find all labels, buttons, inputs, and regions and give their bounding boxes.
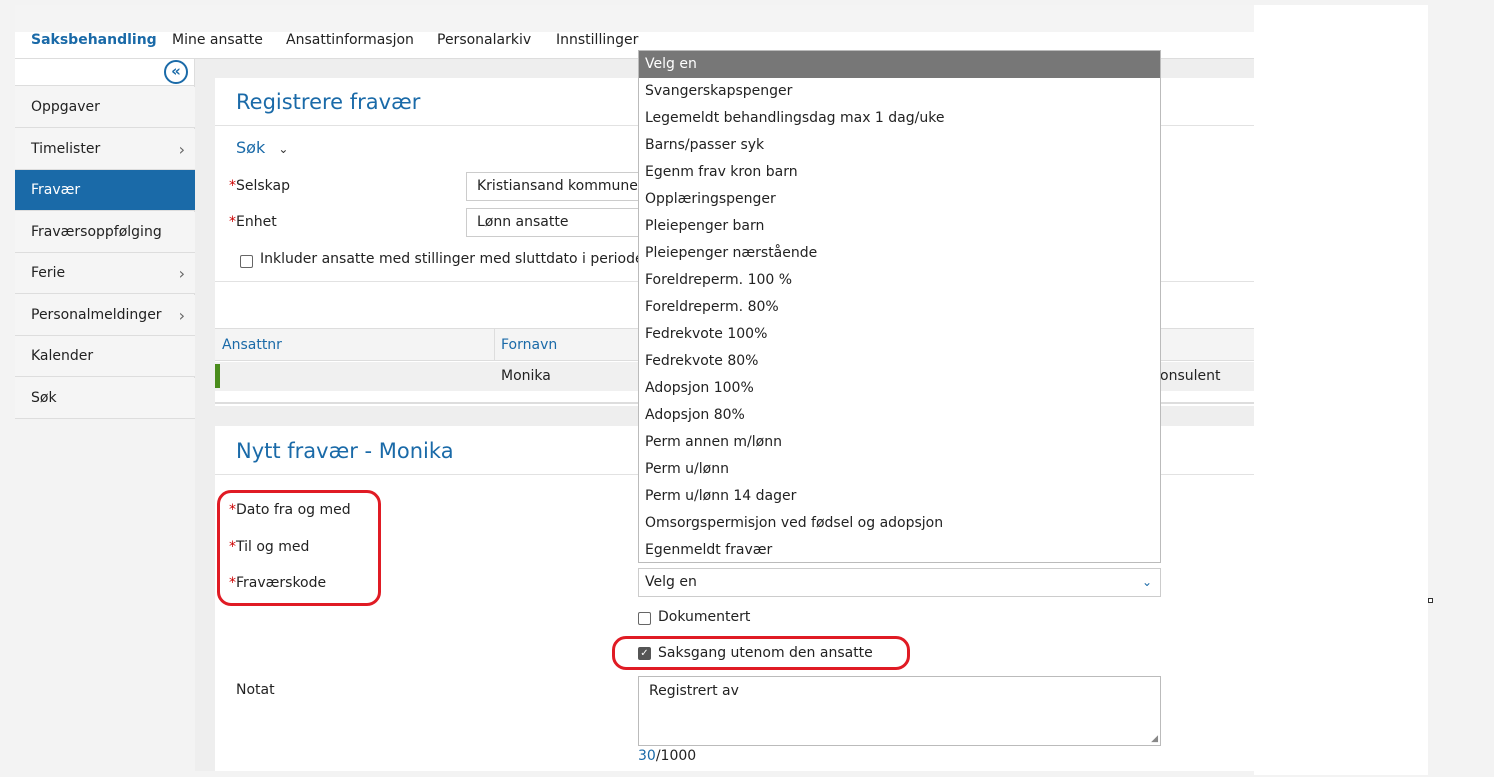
- dropdown-option[interactable]: Fedrekvote 100%: [639, 321, 1160, 348]
- sidebar-item-label: Oppgaver: [31, 99, 100, 115]
- tab-saksbehandling[interactable]: Saksbehandling: [31, 32, 157, 49]
- sidebar-item-label: Timelister: [31, 141, 101, 157]
- row-stilling: onsulent: [1160, 368, 1221, 384]
- sidebar-item-label: Personalmeldinger: [31, 307, 162, 323]
- dropdown-option[interactable]: Adopsjon 100%: [639, 375, 1160, 402]
- chevron-right-icon: ›: [178, 140, 185, 159]
- dropdown-option[interactable]: Foreldreperm. 80%: [639, 294, 1160, 321]
- include-ended-checkbox[interactable]: [240, 255, 253, 268]
- search-toggle-label: Søk: [236, 138, 266, 157]
- sidebar-item-ferie[interactable]: Ferie ›: [15, 253, 195, 294]
- dropdown-option[interactable]: Egenm frav kron barn: [639, 159, 1160, 186]
- sidebar-item-fravaer[interactable]: Fravær: [15, 170, 195, 211]
- chevron-down-icon: ⌄: [278, 142, 289, 156]
- selskap-input[interactable]: Kristiansand kommune: [466, 172, 641, 201]
- notat-textarea[interactable]: Registrert av ◢: [638, 676, 1161, 746]
- sidebar-item-oppgaver[interactable]: Oppgaver: [15, 87, 195, 128]
- sidebar-item-label: Fravær: [31, 182, 81, 198]
- dropdown-option[interactable]: Pleiepenger barn: [639, 213, 1160, 240]
- sidebar-item-label: Søk: [31, 390, 57, 406]
- fravaerskode-select-value: Velg en: [645, 574, 697, 590]
- char-counter: 30/1000: [638, 748, 696, 764]
- sidebar-item-label: Fraværsoppfølging: [31, 224, 162, 240]
- resize-handle-icon[interactable]: [1428, 598, 1433, 603]
- sidebar-item-label: Kalender: [31, 348, 94, 364]
- sidebar-item-timelister[interactable]: Timelister ›: [15, 129, 195, 170]
- chevron-right-icon: ›: [178, 306, 185, 325]
- dropdown-option[interactable]: Adopsjon 80%: [639, 402, 1160, 429]
- right-blank-area: [1254, 5, 1428, 775]
- sidebar-item-fravaersoppfolging[interactable]: Fraværsoppfølging: [15, 212, 195, 253]
- search-toggle[interactable]: Søk ⌄: [236, 138, 288, 157]
- dokumentert-checkbox[interactable]: [638, 612, 651, 625]
- resize-handle-icon[interactable]: ◢: [1151, 734, 1158, 744]
- dropdown-option[interactable]: Perm u/lønn 14 dager: [639, 483, 1160, 510]
- dropdown-option[interactable]: Perm u/lønn: [639, 456, 1160, 483]
- sidebar: « Oppgaver Timelister › Fravær Fraværsopp…: [15, 59, 195, 419]
- selskap-label: *Selskap: [229, 178, 291, 194]
- dropdown-option[interactable]: Legemeldt behandlingsdag max 1 dag/uke: [639, 105, 1160, 132]
- row-status-marker: [215, 364, 220, 388]
- chevron-down-icon: ⌄: [1141, 575, 1152, 589]
- dropdown-option[interactable]: Fedrekvote 80%: [639, 348, 1160, 375]
- dropdown-option[interactable]: Omsorgspermisjon ved fødsel og adopsjon: [639, 510, 1160, 537]
- column-fornavn[interactable]: Fornavn: [501, 329, 557, 361]
- tab-personalarkiv[interactable]: Personalarkiv: [437, 32, 531, 49]
- char-count: 30: [638, 748, 656, 764]
- dropdown-option[interactable]: Egenmeldt fravær: [639, 537, 1160, 564]
- sidebar-item-sok[interactable]: Søk: [15, 378, 195, 419]
- dropdown-option[interactable]: Svangerskapspenger: [639, 78, 1160, 105]
- sidebar-header: «: [15, 59, 194, 86]
- dokumentert-label: Dokumentert: [658, 609, 751, 625]
- chevron-right-icon: ›: [178, 264, 185, 283]
- column-divider: [494, 329, 495, 361]
- fravaerskode-dropdown-list: Velg en Svangerskapspenger Legemeldt beh…: [638, 50, 1161, 563]
- enhet-input[interactable]: Lønn ansatte: [466, 208, 641, 237]
- double-chevron-left-icon[interactable]: «: [164, 60, 188, 84]
- fravaerskode-select[interactable]: Velg en ⌄: [638, 568, 1161, 597]
- column-ansattnr[interactable]: Ansattnr: [222, 329, 282, 361]
- tab-ansattinformasjon[interactable]: Ansattinformasjon: [286, 32, 414, 49]
- dropdown-option[interactable]: Pleiepenger nærstående: [639, 240, 1160, 267]
- sidebar-item-personalmeldinger[interactable]: Personalmeldinger ›: [15, 295, 195, 336]
- notat-label: Notat: [236, 682, 275, 698]
- section-title: Nytt fravær - Monika: [236, 439, 454, 463]
- dropdown-option[interactable]: Perm annen m/lønn: [639, 429, 1160, 456]
- dropdown-option[interactable]: Foreldreperm. 100 %: [639, 267, 1160, 294]
- highlight-required-fields: [217, 490, 381, 606]
- sidebar-item-kalender[interactable]: Kalender: [15, 336, 195, 377]
- tab-innstillinger[interactable]: Innstillinger: [556, 32, 638, 49]
- row-fornavn: Monika: [501, 368, 551, 384]
- page-title: Registrere fravær: [236, 90, 421, 114]
- dropdown-option[interactable]: Opplæringspenger: [639, 186, 1160, 213]
- dropdown-option[interactable]: Velg en: [639, 51, 1160, 78]
- highlight-saksgang: [612, 636, 910, 670]
- notat-text: Registrert av: [649, 683, 739, 699]
- sidebar-item-label: Ferie: [31, 265, 66, 281]
- char-max: /1000: [655, 748, 697, 764]
- top-strip: [15, 5, 1254, 32]
- dropdown-option[interactable]: Barns/passer syk: [639, 132, 1160, 159]
- tab-mine-ansatte[interactable]: Mine ansatte: [172, 32, 263, 49]
- include-ended-label: Inkluder ansatte med stillinger med slut…: [260, 251, 653, 267]
- enhet-label: *Enhet: [229, 214, 277, 230]
